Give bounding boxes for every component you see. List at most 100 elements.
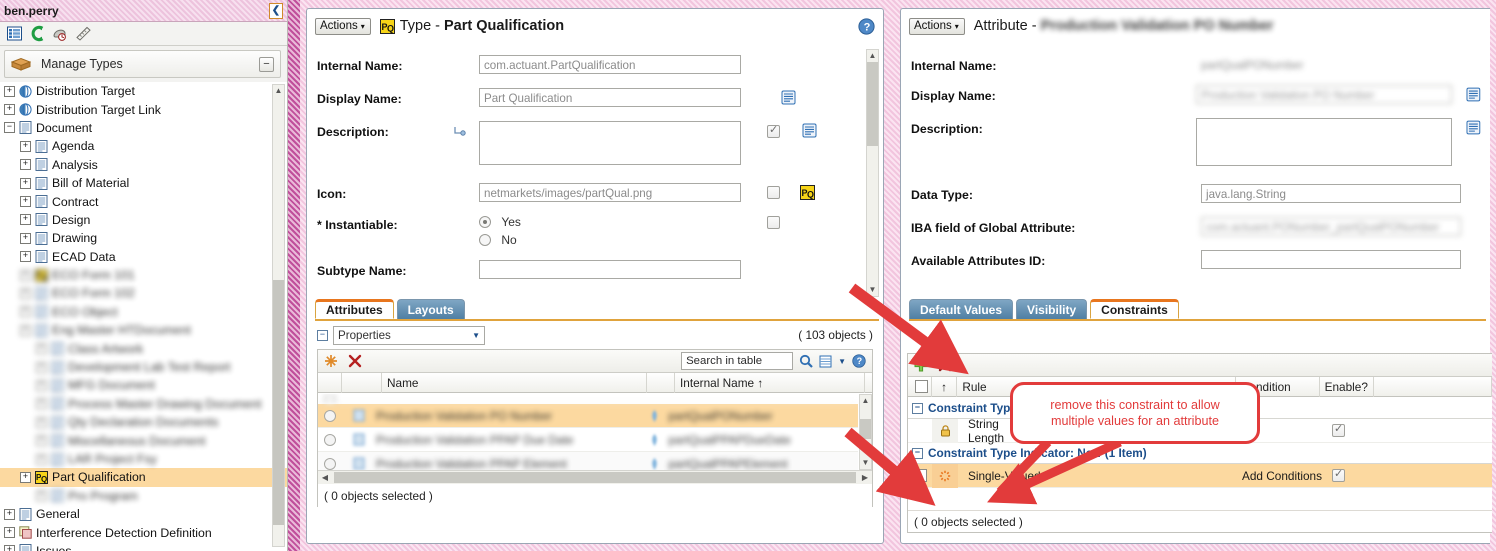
expand-icon[interactable]: +: [20, 306, 31, 318]
instantiable-no-radio[interactable]: [479, 234, 491, 246]
tree-item-eng-master-htdocument[interactable]: + Eng Master HTDocument: [0, 321, 287, 339]
instantiable-yes-radio[interactable]: [479, 216, 491, 228]
collapse-icon[interactable]: −: [912, 402, 923, 414]
attribute-tab-visibility[interactable]: Visibility: [1016, 299, 1088, 319]
expand-icon[interactable]: +: [36, 416, 47, 428]
subtype-input[interactable]: [479, 260, 741, 279]
type-form-scroll-down-arrow[interactable]: ▼: [867, 284, 878, 296]
select-all-checkbox[interactable]: [915, 380, 929, 393]
attribute-actions-button[interactable]: Actions ▾: [909, 17, 965, 35]
type-tree[interactable]: + Distribution Target + Distribution Target…: [0, 82, 287, 551]
new-attribute-icon[interactable]: [324, 354, 338, 368]
expand-icon[interactable]: +: [20, 159, 31, 171]
attribute-panel-tabs[interactable]: Default Values Visibility Constraints: [909, 297, 1486, 319]
attr-display-name-input[interactable]: Production Validation PO Number: [1196, 85, 1453, 104]
col-sort[interactable]: ↑: [932, 376, 958, 397]
tree-item-qty-declaration-documents[interactable]: + Qty Declaration Documents: [0, 413, 287, 431]
row-radio[interactable]: [324, 409, 336, 422]
expand-icon[interactable]: +: [4, 104, 15, 116]
attributes-horizontal-scrollbar[interactable]: ◀ ▶: [318, 470, 872, 484]
attribute-tab-constraints[interactable]: Constraints: [1090, 299, 1179, 319]
tree-item-analysis[interactable]: + Analysis: [0, 156, 287, 174]
col-icon[interactable]: [342, 372, 382, 393]
col-extra[interactable]: [1374, 376, 1492, 397]
tree-item-bill-of-material[interactable]: + Bill of Material: [0, 174, 287, 192]
type-panel-tabs[interactable]: Attributes Layouts: [315, 297, 879, 319]
search-in-table-input[interactable]: Search in table: [681, 352, 794, 370]
collapse-icon[interactable]: −: [4, 122, 15, 134]
translate-description-icon[interactable]: [802, 123, 817, 138]
constraint-enable-checkbox[interactable]: [1332, 422, 1345, 437]
row-radio[interactable]: [324, 433, 336, 446]
expand-icon[interactable]: +: [36, 435, 47, 447]
internal-name-input[interactable]: com.actuant.PartQualification: [479, 55, 741, 74]
expand-icon[interactable]: +: [36, 361, 47, 373]
tree-item-ecad-data[interactable]: + ECAD Data: [0, 248, 287, 266]
tree-item-mfg-document[interactable]: + MFG Document: [0, 376, 287, 394]
expand-icon[interactable]: +: [4, 545, 15, 551]
tree-item-drawing[interactable]: + Drawing: [0, 229, 287, 247]
expand-icon[interactable]: +: [20, 140, 31, 152]
add-constraint-icon[interactable]: [914, 358, 928, 372]
type-actions-button[interactable]: Actions ▾: [315, 17, 371, 35]
expand-icon[interactable]: +: [20, 324, 31, 336]
tree-item-process-master-drawing-document[interactable]: + Process Master Drawing Document: [0, 395, 287, 413]
tree-item-interference-detection-definition[interactable]: + Interference Detection Definition: [0, 523, 287, 541]
tree-scrollbar[interactable]: ▲: [272, 84, 285, 547]
attr-data-type-input[interactable]: java.lang.String: [1201, 184, 1461, 203]
instantiable-checkbox[interactable]: [767, 216, 780, 229]
icon-path-input[interactable]: netmarkets/images/partQual.png: [479, 183, 741, 202]
tree-item-design[interactable]: + Design: [0, 211, 287, 229]
tree-item-document[interactable]: − Document: [0, 119, 287, 137]
translate-attr-display-name-icon[interactable]: [1466, 87, 1481, 102]
tree-item-eco-form-101[interactable]: + P Q ECO Form 101: [0, 266, 287, 284]
table-help-icon[interactable]: ?: [852, 354, 866, 368]
tree-item-general[interactable]: + General: [0, 505, 287, 523]
table-row[interactable]: Production Validation PPAP Due Date partQ…: [318, 428, 858, 452]
col-name[interactable]: Name: [382, 372, 647, 393]
attributes-table-scrollbar[interactable]: ▲ ▼: [859, 394, 872, 470]
tree-scroll-up-arrow[interactable]: ▲: [273, 85, 284, 97]
expand-icon[interactable]: +: [20, 232, 31, 244]
tree-scroll-thumb[interactable]: [273, 280, 284, 525]
translate-attr-description-icon[interactable]: [1466, 120, 1481, 135]
expand-icon[interactable]: +: [20, 196, 31, 208]
col-type[interactable]: [647, 372, 675, 393]
expand-icon[interactable]: +: [36, 490, 47, 502]
constraint-row-checkbox[interactable]: [913, 469, 927, 482]
type-table-collapse-button[interactable]: −: [317, 329, 328, 341]
attr-description-textarea[interactable]: [1196, 118, 1453, 166]
search-icon[interactable]: [799, 354, 813, 368]
expand-icon[interactable]: +: [4, 508, 15, 520]
type-tab-attributes[interactable]: Attributes: [315, 299, 394, 319]
collapse-sidebar-button[interactable]: ❮: [269, 2, 283, 19]
instantiable-no-option[interactable]: No: [479, 231, 741, 250]
expand-icon[interactable]: +: [20, 471, 31, 483]
expand-icon[interactable]: +: [20, 177, 31, 189]
expand-icon[interactable]: +: [36, 453, 47, 465]
constraint-enable-checkbox[interactable]: [1332, 467, 1345, 482]
table-row[interactable]: Production Validation PO Number partQualP…: [318, 404, 858, 428]
type-form-scroll-thumb[interactable]: [867, 62, 878, 146]
expand-icon[interactable]: +: [20, 269, 31, 281]
description-textarea[interactable]: [479, 121, 741, 165]
columns-chevron-down-icon[interactable]: ▼: [838, 357, 846, 366]
attr-scroll-thumb[interactable]: [860, 419, 871, 439]
instantiable-yes-option[interactable]: Yes: [479, 214, 741, 231]
constraint-row[interactable]: Single-Valued Add Conditions: [908, 463, 1492, 488]
hscroll-thumb[interactable]: [334, 472, 856, 483]
type-tab-layouts[interactable]: Layouts: [396, 299, 465, 319]
collapse-icon[interactable]: −: [912, 447, 923, 459]
tree-item-contract[interactable]: + Contract: [0, 192, 287, 210]
col-select-all[interactable]: [908, 376, 932, 397]
constraint-condition-cell[interactable]: Add Conditions: [1241, 469, 1326, 483]
tree-item-eco-object[interactable]: + ECO Object: [0, 303, 287, 321]
expand-icon[interactable]: +: [20, 214, 31, 226]
expand-icon[interactable]: +: [4, 85, 15, 97]
tree-item-eco-form-102[interactable]: + ECO Form 102: [0, 284, 287, 302]
delete-constraint-icon[interactable]: [938, 358, 952, 372]
type-form-scrollbar[interactable]: ▲ ▼: [866, 49, 879, 297]
row-radio[interactable]: [324, 457, 336, 470]
tree-item-distribution-target-link[interactable]: + Distribution Target Link: [0, 100, 287, 118]
tree-item-part-qualification[interactable]: + P Q Part Qualification: [0, 468, 287, 487]
